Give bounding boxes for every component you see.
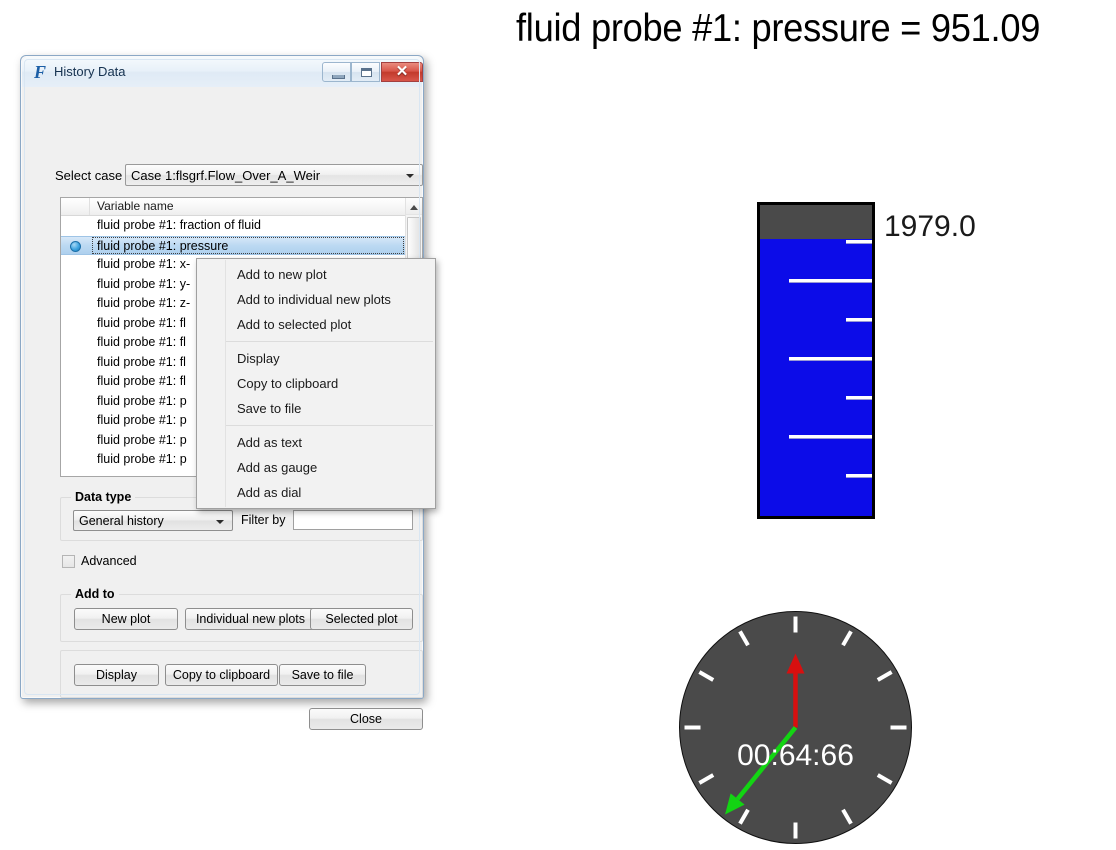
add-to-group: Add to New plot Individual new plots Sel… (60, 587, 423, 642)
context-menu-item[interactable]: Add to selected plot (197, 312, 435, 337)
bar-gauge-tick (789, 279, 872, 282)
scrollbar-thumb[interactable] (407, 217, 421, 263)
variable-list-item-label: fluid probe #1: fl (97, 354, 186, 369)
close-icon: ✕ (395, 64, 409, 80)
dial-needles (725, 653, 805, 815)
data-type-value: General history (79, 514, 164, 528)
save-to-file-button[interactable]: Save to file (279, 664, 366, 686)
variable-list-header: Variable name (61, 198, 422, 216)
dial-gauge-value-label: 00:64:66 (737, 739, 854, 772)
window-titlebar[interactable]: F History Data ✕ (22, 57, 423, 87)
context-menu-item[interactable]: Add as text (197, 430, 435, 455)
history-data-window: F History Data ✕ Select case Case 1:flsg… (20, 55, 436, 730)
variable-list-item-label: fluid probe #1: fl (97, 315, 186, 330)
select-case-value: Case 1:flsgrf.Flow_Over_A_Weir (131, 168, 321, 183)
variable-list-item-label: fluid probe #1: z- (97, 296, 191, 310)
advanced-checkbox[interactable] (62, 555, 75, 568)
actions-group: Display Copy to clipboard Save to file (60, 650, 423, 698)
dial-gauge: 00:64:66 (679, 611, 912, 844)
context-menu: Add to new plot Add to individual new plo… (196, 258, 436, 509)
context-menu-item[interactable]: Copy to clipboard (197, 371, 435, 396)
variable-list-item-label: fluid probe #1: fl (97, 335, 186, 349)
variable-list-item-label: fluid probe #1: p (97, 432, 187, 447)
filter-by-label: Filter by (241, 513, 286, 527)
red-needle (786, 653, 805, 728)
copy-to-clipboard-button[interactable]: Copy to clipboard (165, 664, 278, 686)
dial-tick (738, 808, 750, 825)
bar-gauge-value-label: 1979.0 (884, 210, 976, 243)
dial-gauge-indicators (684, 616, 907, 839)
dial-tick (876, 773, 893, 785)
scroll-up-arrow-icon[interactable] (406, 198, 422, 215)
column-header-variable-name[interactable]: Variable name (91, 198, 174, 215)
dial-tick (698, 670, 715, 682)
maximize-button[interactable] (351, 62, 380, 82)
new-plot-button[interactable]: New plot (74, 608, 178, 630)
menu-separator (226, 425, 433, 426)
data-type-dropdown[interactable]: General history (73, 510, 233, 531)
variable-list-item-label: fluid probe #1: pressure (97, 238, 229, 253)
context-menu-item[interactable]: Add as dial (197, 480, 435, 505)
minimize-button[interactable] (322, 62, 351, 82)
chevron-down-icon (406, 174, 414, 178)
selected-plot-button[interactable]: Selected plot (310, 608, 413, 630)
close-window-button[interactable]: ✕ (381, 62, 423, 82)
bar-gauge-tick (789, 435, 872, 438)
chevron-down-icon (216, 520, 224, 524)
context-menu-item[interactable]: Add as gauge (197, 455, 435, 480)
variable-list-item[interactable]: fluid probe #1: fraction of fluid (61, 216, 406, 236)
variable-list-item-label: fluid probe #1: fl (97, 374, 186, 388)
context-menu-item[interactable]: Save to file (197, 396, 435, 421)
bar-gauge-tick (846, 396, 872, 399)
dial-tick (841, 630, 853, 647)
window-title: History Data (54, 64, 126, 79)
variable-list-item-label: fluid probe #1: p (97, 452, 187, 466)
dial-tick (738, 630, 750, 647)
bar-gauge-tick (846, 474, 872, 477)
data-type-group-label: Data type (71, 490, 136, 504)
bar-gauge-tick (846, 318, 872, 321)
dial-tick (698, 773, 715, 785)
filter-by-input[interactable] (293, 510, 413, 530)
bar-gauge-tick (846, 240, 872, 243)
selected-row-bullet-icon (70, 240, 81, 252)
display-button[interactable]: Display (74, 664, 159, 686)
flow3d-app-icon: F (33, 62, 46, 82)
minimize-icon (332, 75, 345, 79)
variable-list-item-label: fluid probe #1: y- (97, 276, 191, 291)
context-menu-item[interactable]: Add to new plot (197, 262, 435, 287)
menu-separator (226, 341, 433, 342)
context-menu-item[interactable]: Display (197, 346, 435, 371)
variable-list-item-label: fluid probe #1: p (97, 413, 187, 427)
variable-list-item-label: fluid probe #1: fraction of fluid (97, 218, 261, 232)
context-menu-item[interactable]: Add to individual new plots (197, 287, 435, 312)
variable-list-item-label: fluid probe #1: x- (97, 257, 191, 271)
variable-list-item[interactable]: fluid probe #1: pressure (61, 235, 406, 255)
maximize-icon (361, 68, 372, 77)
dial-tick (841, 808, 853, 825)
individual-new-plots-button[interactable]: Individual new plots (185, 608, 316, 630)
advanced-label: Advanced (81, 554, 137, 568)
dial-tick (876, 670, 893, 682)
bar-gauge (757, 202, 875, 519)
select-case-dropdown[interactable]: Case 1:flsgrf.Flow_Over_A_Weir (125, 164, 423, 186)
probe-readout-text: fluid probe #1: pressure = 951.09 (516, 7, 1041, 50)
column-header-gutter[interactable] (61, 198, 90, 215)
select-case-label: Select case (55, 168, 123, 183)
add-to-group-label: Add to (71, 587, 119, 601)
variable-list-item-label: fluid probe #1: p (97, 393, 187, 408)
bar-gauge-tick (789, 357, 872, 360)
close-dialog-button[interactable]: Close (309, 708, 423, 730)
